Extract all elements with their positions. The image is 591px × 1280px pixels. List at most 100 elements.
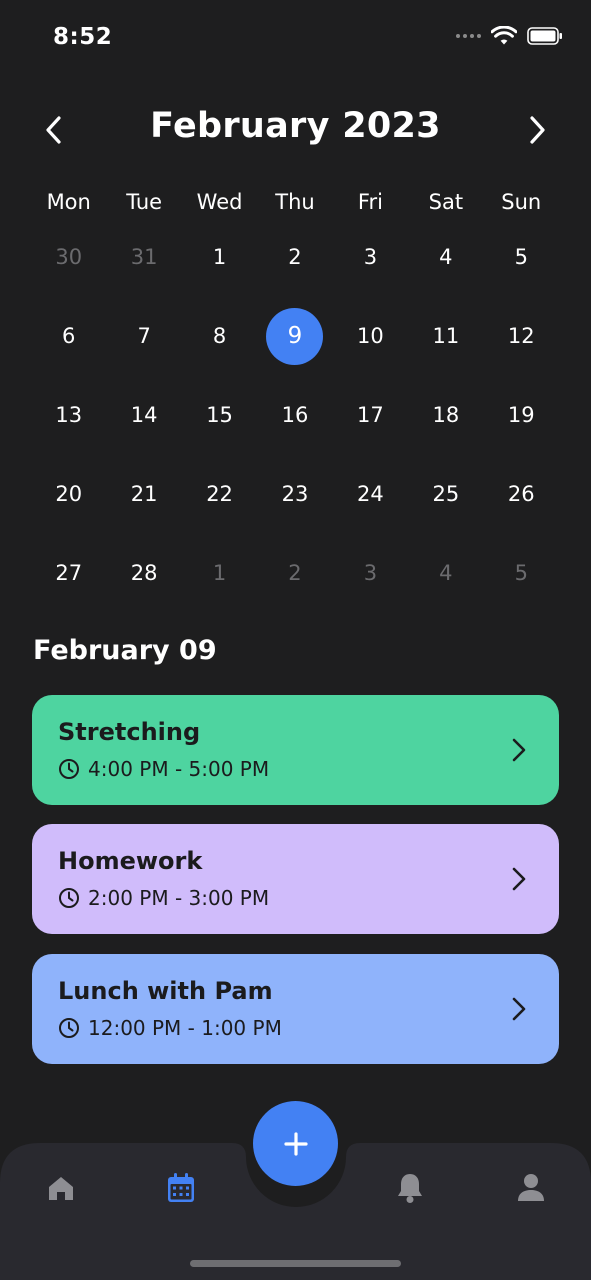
day-number: 1 bbox=[212, 561, 227, 585]
calendar-day[interactable]: 2 bbox=[257, 226, 332, 305]
event-time-row: 4:00 PM - 5:00 PM bbox=[58, 757, 269, 781]
calendar-day[interactable]: 19 bbox=[484, 384, 559, 463]
event-time: 4:00 PM - 5:00 PM bbox=[88, 757, 270, 781]
home-icon bbox=[49, 1177, 73, 1200]
clock-icon bbox=[59, 888, 79, 908]
day-number: 15 bbox=[206, 403, 233, 427]
day-number: 19 bbox=[507, 403, 535, 427]
event-card-lunch-with-pam[interactable]: Lunch with Pam 12:00 PM - 1:00 PM bbox=[32, 954, 559, 1064]
calendar-day[interactable]: 23 bbox=[257, 463, 332, 542]
calendar-day-outside-month[interactable]: 3 bbox=[333, 542, 408, 621]
clock-icon bbox=[59, 1018, 79, 1038]
event-time: 12:00 PM - 1:00 PM bbox=[88, 1016, 282, 1040]
calendar-day[interactable]: 6 bbox=[31, 305, 106, 384]
calendar-day[interactable]: 7 bbox=[106, 305, 181, 384]
calendar-day-outside-month[interactable]: 4 bbox=[408, 542, 483, 621]
day-number: 18 bbox=[432, 403, 460, 427]
calendar-day[interactable]: 13 bbox=[31, 384, 106, 463]
calendar-day-outside-month[interactable]: 5 bbox=[484, 542, 559, 621]
event-time-row: 2:00 PM - 3:00 PM bbox=[58, 886, 269, 910]
calendar-day[interactable]: 20 bbox=[31, 463, 106, 542]
calendar-day[interactable]: 10 bbox=[333, 305, 408, 384]
day-number: 30 bbox=[55, 245, 83, 269]
day-number: 13 bbox=[55, 403, 83, 427]
day-number: 3 bbox=[363, 245, 378, 269]
event-card-stretching[interactable]: Stretching 4:00 PM - 5:00 PM bbox=[32, 695, 559, 805]
weekday-label-thu: Thu bbox=[275, 190, 315, 214]
calendar-day[interactable]: 4 bbox=[408, 226, 483, 305]
day-number: 23 bbox=[281, 482, 309, 506]
day-number: 9 bbox=[266, 307, 324, 365]
next-month-button[interactable] bbox=[518, 110, 558, 150]
day-number: 3 bbox=[363, 561, 378, 585]
chevron-right-icon bbox=[512, 997, 526, 1021]
plus-icon bbox=[283, 1131, 308, 1156]
calendar-day[interactable]: 26 bbox=[484, 463, 559, 542]
day-number: 5 bbox=[514, 245, 528, 269]
status-time: 8:52 bbox=[53, 24, 113, 50]
day-number: 31 bbox=[130, 245, 158, 269]
tab-profile[interactable] bbox=[509, 1166, 553, 1210]
calendar-grid: 30 31 1 2 3 4 5 6 7 8 9 10 11 12 13 14 15 16 17 18 19 20 21 22 2… bbox=[31, 226, 559, 621]
weekday-label-tue: Tue bbox=[126, 190, 163, 214]
day-number: 10 bbox=[357, 324, 384, 348]
wifi-icon bbox=[491, 26, 517, 45]
calendar-day[interactable]: 18 bbox=[408, 384, 483, 463]
calendar-icon bbox=[168, 1173, 194, 1202]
chevron-right-icon bbox=[512, 738, 526, 762]
calendar-day[interactable]: 3 bbox=[333, 226, 408, 305]
calendar-day-selected[interactable]: 9 bbox=[257, 305, 332, 384]
tab-notifications[interactable] bbox=[388, 1166, 432, 1210]
calendar-day-outside-month[interactable]: 2 bbox=[257, 542, 332, 621]
user-icon bbox=[518, 1174, 544, 1201]
status-icons bbox=[456, 26, 563, 46]
day-number: 17 bbox=[357, 403, 384, 427]
bell-icon bbox=[398, 1174, 422, 1203]
calendar-day[interactable]: 16 bbox=[257, 384, 332, 463]
day-number: 12 bbox=[507, 324, 535, 348]
calendar-day[interactable]: 21 bbox=[106, 463, 181, 542]
calendar-day[interactable]: 15 bbox=[182, 384, 257, 463]
calendar-day[interactable]: 28 bbox=[106, 542, 181, 621]
calendar-day[interactable]: 22 bbox=[182, 463, 257, 542]
day-number: 26 bbox=[507, 482, 535, 506]
calendar-day[interactable]: 11 bbox=[408, 305, 483, 384]
tab-home[interactable] bbox=[39, 1166, 83, 1210]
add-event-button[interactable] bbox=[253, 1101, 338, 1186]
event-title: Stretching bbox=[58, 718, 201, 746]
month-title: February 2023 bbox=[150, 106, 441, 146]
clock-icon bbox=[59, 759, 79, 779]
weekday-header: Mon Tue Wed Thu Fri Sat Sun bbox=[31, 190, 559, 214]
status-bar: 8:52 bbox=[0, 0, 591, 72]
calendar-day[interactable]: 17 bbox=[333, 384, 408, 463]
calendar-day[interactable]: 12 bbox=[484, 305, 559, 384]
calendar-day[interactable]: 24 bbox=[333, 463, 408, 542]
calendar-day[interactable]: 8 bbox=[182, 305, 257, 384]
day-number: 4 bbox=[439, 561, 453, 585]
calendar-day-outside-month[interactable]: 31 bbox=[106, 226, 181, 305]
selected-date-title: February 09 bbox=[33, 635, 217, 666]
calendar-day[interactable]: 1 bbox=[182, 226, 257, 305]
event-card-homework[interactable]: Homework 2:00 PM - 3:00 PM bbox=[32, 824, 559, 934]
calendar-day[interactable]: 5 bbox=[484, 226, 559, 305]
chevron-right-icon bbox=[530, 116, 545, 144]
battery-icon bbox=[527, 27, 562, 45]
calendar-day[interactable]: 14 bbox=[106, 384, 181, 463]
calendar-day-outside-month[interactable]: 1 bbox=[182, 542, 257, 621]
calendar-day-outside-month[interactable]: 30 bbox=[31, 226, 106, 305]
day-number: 24 bbox=[357, 482, 384, 506]
day-number: 1 bbox=[212, 245, 227, 269]
day-number: 20 bbox=[55, 482, 83, 506]
home-indicator bbox=[190, 1260, 401, 1267]
day-number: 16 bbox=[281, 403, 309, 427]
tab-calendar[interactable] bbox=[159, 1166, 203, 1210]
event-time-row: 12:00 PM - 1:00 PM bbox=[58, 1016, 282, 1040]
calendar-day[interactable]: 25 bbox=[408, 463, 483, 542]
calendar-day[interactable]: 27 bbox=[31, 542, 106, 621]
day-number: 7 bbox=[137, 324, 151, 348]
day-number: 28 bbox=[130, 561, 158, 585]
weekday-label-wed: Wed bbox=[196, 190, 243, 214]
day-number: 11 bbox=[432, 324, 460, 348]
day-number: 25 bbox=[432, 482, 460, 506]
weekday-label-mon: Mon bbox=[46, 190, 91, 214]
